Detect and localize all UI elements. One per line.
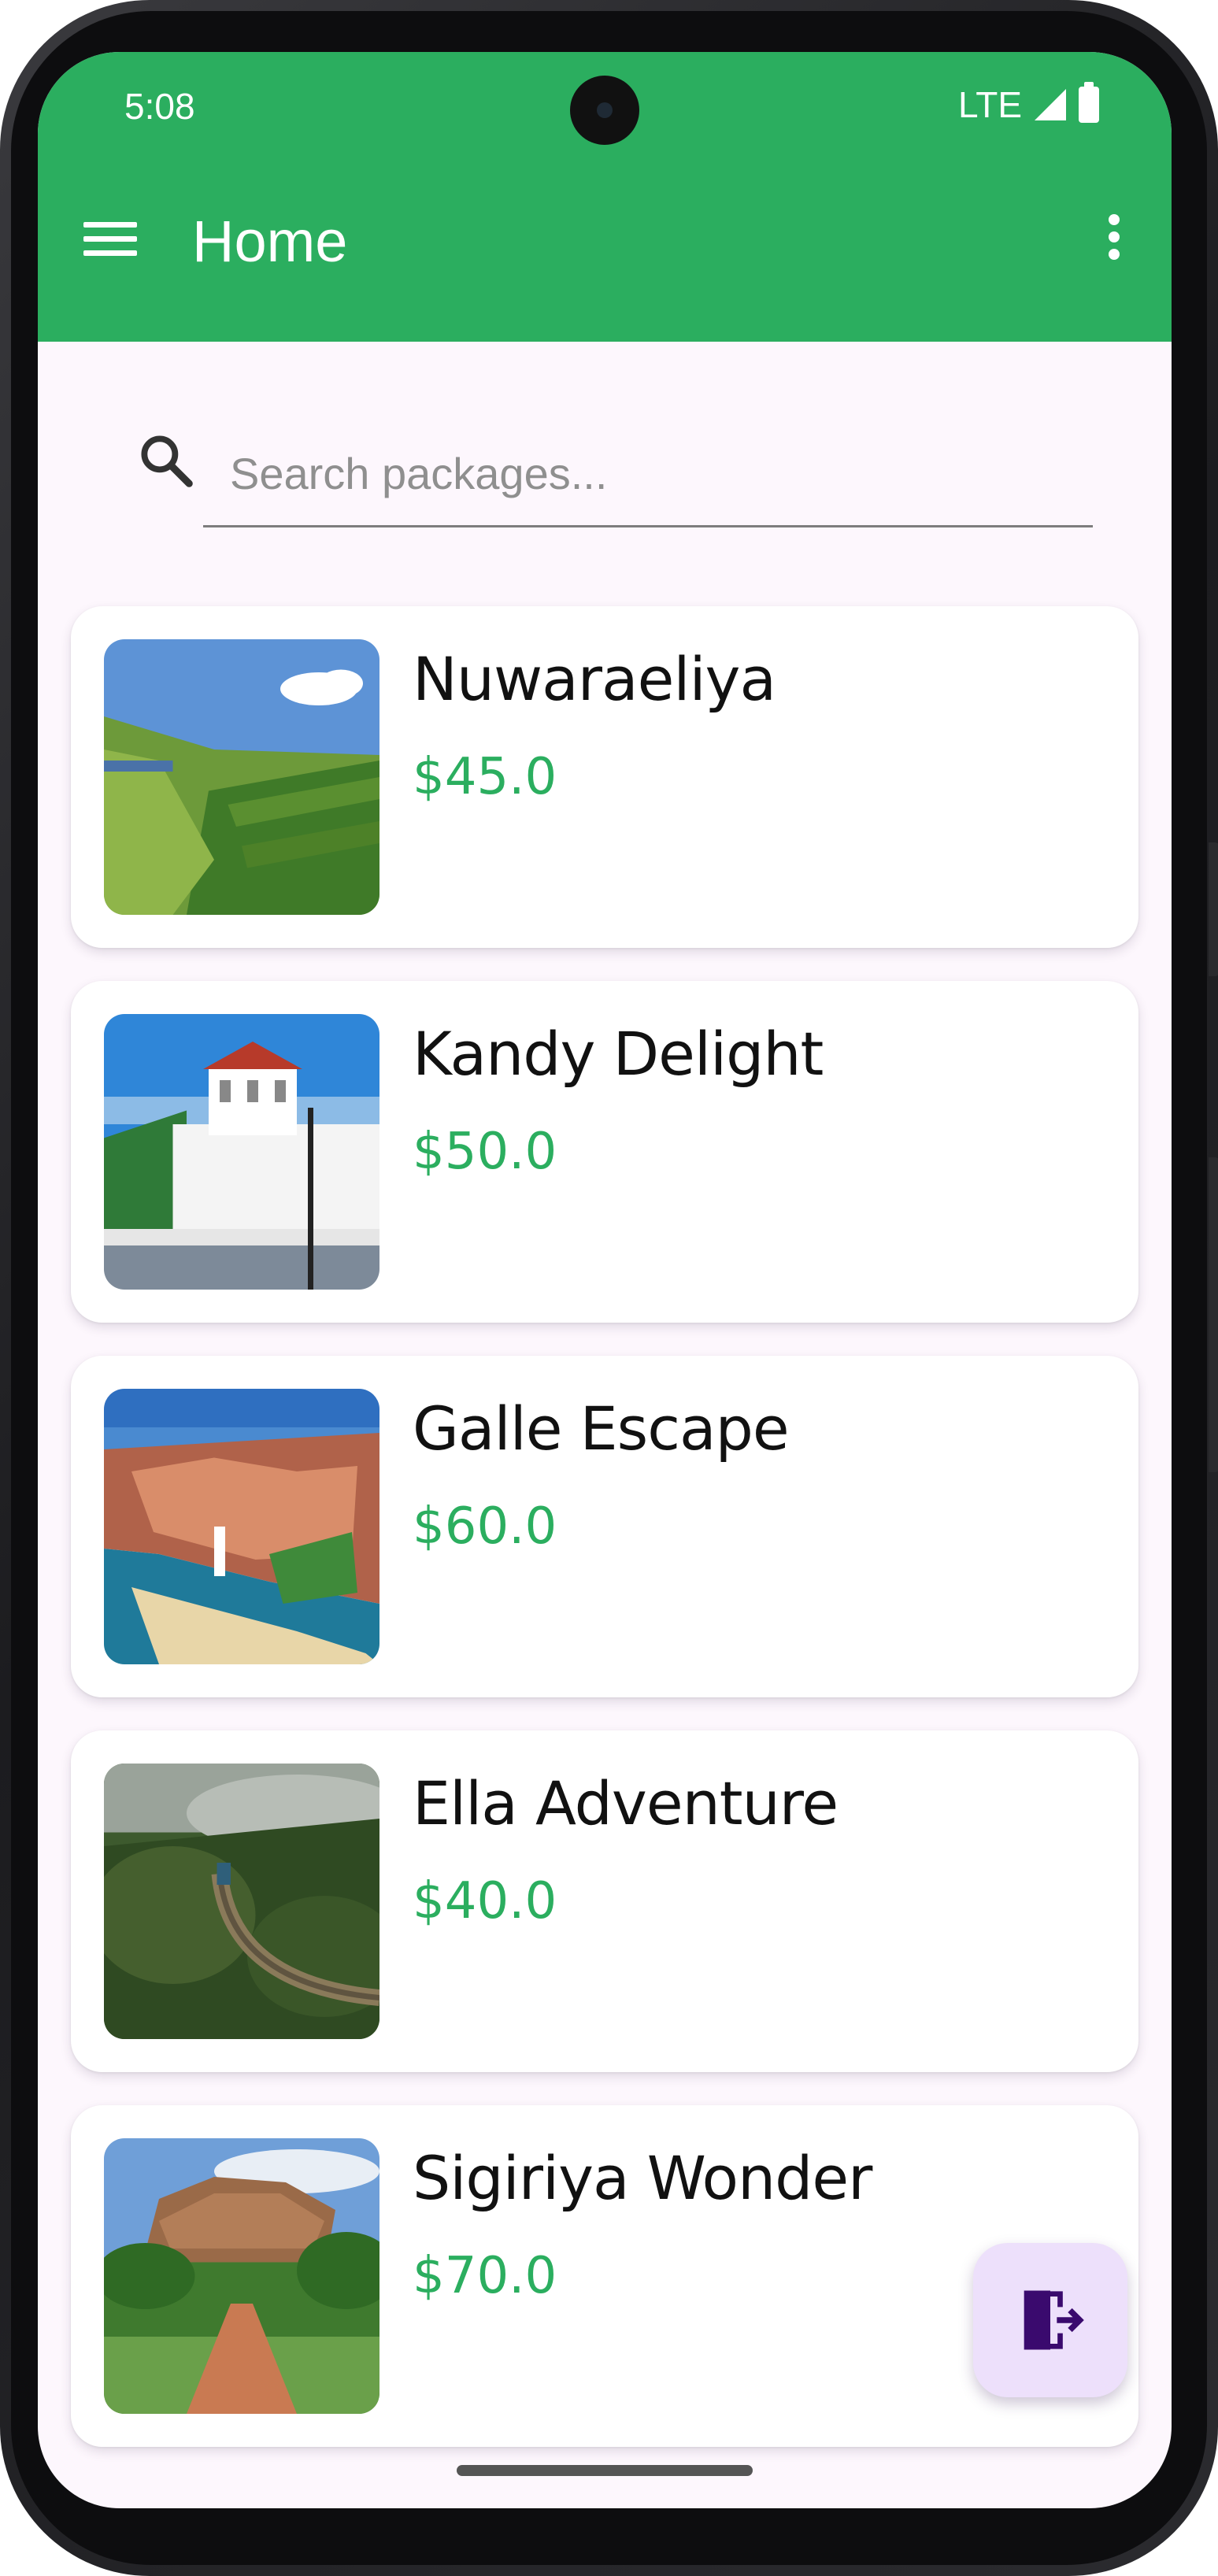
search-input[interactable] — [203, 422, 1093, 524]
package-price: $40.0 — [413, 1872, 557, 1930]
package-image — [104, 1014, 379, 1290]
package-card[interactable]: Nuwaraeliya $45.0 — [71, 606, 1138, 948]
package-price: $50.0 — [413, 1123, 557, 1181]
package-price: $70.0 — [413, 2247, 557, 2305]
logout-icon — [1024, 2290, 1084, 2350]
package-card[interactable]: Ella Adventure $40.0 — [71, 1730, 1138, 2072]
power-button — [1209, 842, 1218, 976]
package-name: Sigiriya Wonder — [413, 2143, 872, 2213]
package-image — [104, 639, 379, 915]
app-screen: 5:08 LTE Home Search packages... Nuwarae… — [38, 52, 1172, 2508]
status-time: 5:08 — [124, 86, 195, 127]
battery-icon — [1079, 82, 1099, 123]
home-indicator[interactable] — [457, 2465, 753, 2476]
camera-cutout — [570, 76, 639, 145]
network-type: LTE — [958, 84, 1022, 125]
package-card[interactable]: Kandy Delight $50.0 — [71, 981, 1138, 1323]
package-price: $45.0 — [413, 748, 557, 806]
top-app-bar: 5:08 LTE Home — [38, 52, 1172, 342]
package-name: Nuwaraeliya — [413, 644, 776, 714]
package-name: Kandy Delight — [413, 1019, 824, 1089]
package-card[interactable]: Galle Escape $60.0 — [71, 1356, 1138, 1697]
package-name: Ella Adventure — [413, 1768, 839, 1838]
package-image — [104, 2138, 379, 2414]
page-title: Home — [192, 209, 348, 274]
logout-fab[interactable] — [973, 2243, 1127, 2397]
volume-button — [1209, 1157, 1218, 1472]
signal-icon — [1035, 89, 1066, 120]
package-price: $60.0 — [413, 1497, 557, 1556]
package-image — [104, 1764, 379, 2039]
package-name: Galle Escape — [413, 1393, 790, 1464]
device-frame: 5:08 LTE Home Search packages... Nuwarae… — [0, 0, 1218, 2576]
package-image — [104, 1389, 379, 1664]
more-vert-icon[interactable] — [1102, 209, 1126, 265]
menu-icon[interactable] — [83, 219, 137, 260]
search-field — [203, 422, 1093, 527]
status-icons: LTE — [958, 82, 1099, 126]
search-icon — [141, 435, 193, 487]
